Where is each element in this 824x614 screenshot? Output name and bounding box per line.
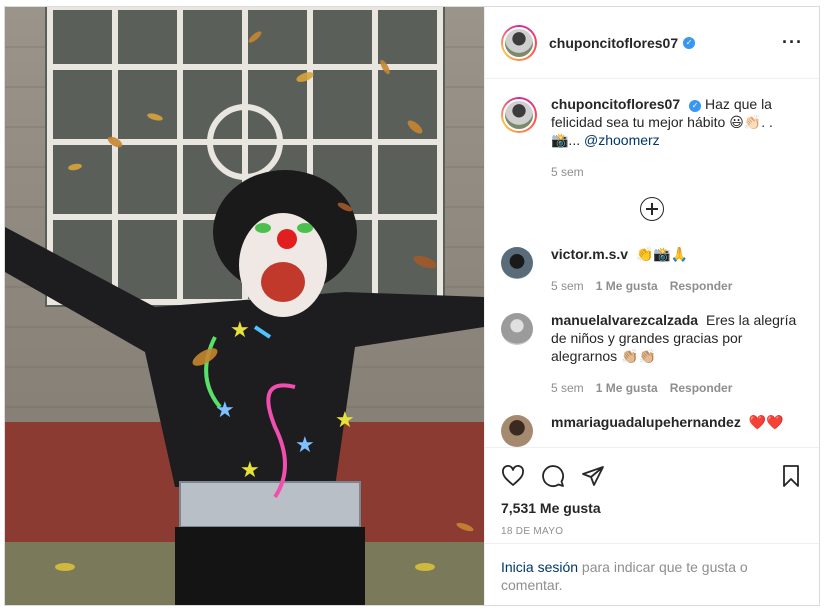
caption-mention[interactable]: @zhoomerz — [584, 132, 660, 148]
verified-badge-icon: ✓ — [689, 100, 702, 112]
post-username[interactable]: chuponcitoflores07 — [549, 35, 678, 51]
login-prompt: Inicia sesión para indicar que te gusta … — [485, 543, 819, 605]
like-count[interactable]: 7,531 Me gusta — [501, 500, 803, 516]
post-actions: 7,531 Me gusta 18 DE MAYO — [485, 447, 819, 543]
avatar[interactable] — [501, 415, 533, 447]
svg-text:★: ★ — [230, 318, 250, 343]
caption-time[interactable]: 5 sem — [551, 163, 584, 181]
caption: chuponcitoflores07 ✓ Haz que la felicidad… — [501, 95, 803, 181]
comments-list[interactable]: chuponcitoflores07 ✓ Haz que la felicidad… — [485, 79, 819, 447]
comment-username[interactable]: manuelalvarezcalzada — [551, 312, 698, 328]
comment-text: ❤️❤️ — [748, 414, 784, 430]
svg-text:★: ★ — [240, 458, 260, 483]
avatar[interactable] — [501, 97, 537, 133]
post-photo[interactable]: ★ ★ ★ ★ ★ — [5, 7, 484, 605]
load-more-comments[interactable] — [501, 197, 803, 221]
plus-circle-icon[interactable] — [640, 197, 664, 221]
svg-text:★: ★ — [295, 433, 315, 458]
bookmark-icon[interactable] — [779, 464, 803, 488]
comment-item: mmariaguadalupehernandez ❤️❤️ — [501, 413, 803, 447]
clown-photo-illustration: ★ ★ ★ ★ ★ — [5, 7, 484, 605]
reply-button[interactable]: Responder — [670, 379, 733, 397]
comment-icon[interactable] — [541, 464, 565, 488]
avatar[interactable] — [501, 24, 537, 61]
share-icon[interactable] — [581, 464, 605, 488]
svg-text:★: ★ — [215, 398, 235, 423]
comment-item: manuelalvarezcalzada Eres la alegría de … — [501, 311, 803, 397]
post-modal: ★ ★ ★ ★ ★ chuponcitoflores07 ✓ ··· chupo… — [4, 6, 820, 606]
comment-time[interactable]: 5 sem — [551, 277, 584, 295]
verified-badge-icon: ✓ — [683, 36, 696, 49]
comment-username[interactable]: mmariaguadalupehernandez — [551, 414, 741, 430]
login-link[interactable]: Inicia sesión — [501, 559, 578, 575]
comment-item: victor.m.s.v 👏📸🙏 5 sem 1 Me gusta Respon… — [501, 245, 803, 295]
comment-likes[interactable]: 1 Me gusta — [596, 277, 658, 295]
comment-username[interactable]: victor.m.s.v — [551, 246, 628, 262]
comment-text: 👏📸🙏 — [635, 246, 689, 262]
more-horizontal-icon[interactable]: ··· — [782, 32, 803, 53]
comment-likes[interactable]: 1 Me gusta — [596, 379, 658, 397]
post-header: chuponcitoflores07 ✓ ··· — [485, 7, 819, 79]
heart-icon[interactable] — [501, 464, 525, 488]
post-date[interactable]: 18 DE MAYO — [501, 526, 803, 537]
caption-username[interactable]: chuponcitoflores07 — [551, 96, 680, 112]
avatar[interactable] — [501, 313, 533, 345]
reply-button[interactable]: Responder — [670, 277, 733, 295]
post-side-panel: chuponcitoflores07 ✓ ··· chuponcitoflore… — [484, 7, 819, 605]
avatar[interactable] — [501, 247, 533, 279]
svg-text:★: ★ — [335, 408, 355, 433]
comment-time[interactable]: 5 sem — [551, 379, 584, 397]
